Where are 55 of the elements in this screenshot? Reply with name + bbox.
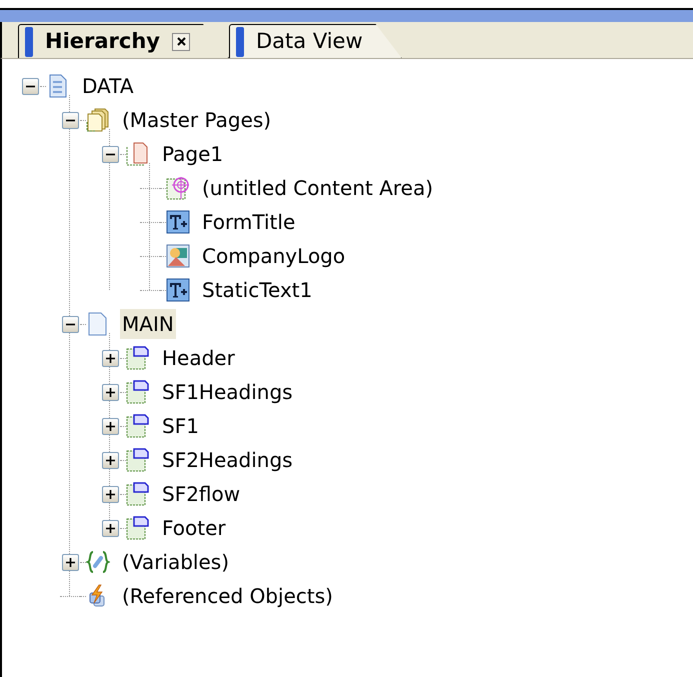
- plus-icon: [106, 524, 114, 532]
- pages-icon: [86, 108, 110, 132]
- tree-item-label[interactable]: SF1Headings: [160, 377, 295, 407]
- tree-item-label[interactable]: CompanyLogo: [200, 241, 348, 271]
- expand-button[interactable]: [102, 520, 118, 536]
- tree-item-label[interactable]: DATA: [80, 71, 136, 101]
- form-icon: [126, 346, 150, 370]
- form-icon: [126, 414, 150, 438]
- expand-button[interactable]: [102, 486, 118, 502]
- tab-label: Data View: [256, 28, 363, 55]
- collapse-button[interactable]: [62, 316, 78, 332]
- form-icon: [126, 482, 150, 506]
- page-icon: [126, 142, 150, 166]
- tab-label: Hierarchy: [45, 28, 160, 55]
- text-icon: [166, 210, 190, 234]
- tree-item-label[interactable]: (Master Pages): [120, 105, 274, 135]
- plus-icon: [106, 490, 114, 498]
- plus-icon: [106, 456, 114, 464]
- tree-item-label[interactable]: FormTitle: [200, 207, 298, 237]
- expand-button[interactable]: [62, 554, 78, 570]
- plus-icon: [66, 558, 74, 566]
- expand-button[interactable]: [102, 384, 118, 400]
- grip-icon: [236, 26, 244, 56]
- tree-item-label[interactable]: StaticText1: [200, 275, 314, 305]
- tree-item-label[interactable]: Header: [160, 343, 237, 373]
- plus-icon: [106, 388, 114, 396]
- collapse-button[interactable]: [22, 78, 38, 94]
- tree-item-label[interactable]: (Referenced Objects): [120, 581, 335, 611]
- form-icon: [126, 516, 150, 540]
- tree-item-label[interactable]: SF2flow: [160, 479, 242, 509]
- tree-item-label[interactable]: Page1: [160, 139, 226, 169]
- tree-item-label[interactable]: (untitled Content Area): [200, 173, 436, 203]
- crosshair-icon: [166, 176, 190, 200]
- close-button[interactable]: [172, 32, 190, 50]
- plus-icon: [106, 354, 114, 362]
- expand-button[interactable]: [102, 418, 118, 434]
- text-icon: [166, 278, 190, 302]
- collapse-button[interactable]: [102, 146, 118, 162]
- tab[interactable]: Hierarchy: [18, 24, 229, 58]
- grip-icon: [25, 26, 33, 56]
- form-icon: [126, 380, 150, 404]
- plus-icon: [106, 422, 114, 430]
- expand-button[interactable]: [102, 452, 118, 468]
- collapse-button[interactable]: [62, 112, 78, 128]
- form-icon: [126, 448, 150, 472]
- tree-item-label[interactable]: MAIN: [120, 309, 176, 339]
- tree-item-label[interactable]: Footer: [160, 513, 228, 543]
- expand-button[interactable]: [102, 350, 118, 366]
- tab[interactable]: Data View: [229, 24, 402, 58]
- image-icon: [166, 244, 190, 268]
- tree-item-label[interactable]: SF2Headings: [160, 445, 295, 475]
- tree-item-label[interactable]: SF1: [160, 411, 201, 441]
- close-icon: [176, 37, 186, 46]
- tree-item-label[interactable]: (Variables): [120, 547, 232, 577]
- braces-icon: [86, 550, 110, 574]
